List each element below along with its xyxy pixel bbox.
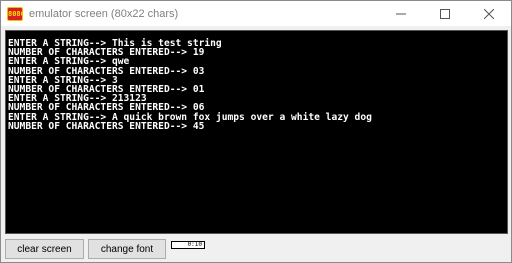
cursor-status: 0:10 xyxy=(171,241,205,249)
minimize-icon xyxy=(396,13,406,14)
close-button[interactable] xyxy=(467,1,511,26)
clear-screen-button[interactable]: clear screen xyxy=(5,239,84,259)
window-controls xyxy=(379,1,511,26)
minimize-button[interactable] xyxy=(379,1,423,26)
window-title: emulator screen (80x22 chars) xyxy=(29,7,179,20)
close-icon xyxy=(484,8,494,19)
change-font-button[interactable]: change font xyxy=(88,239,166,259)
bottom-toolbar: clear screen change font 0:10 xyxy=(1,237,511,262)
maximize-icon xyxy=(440,8,450,19)
maximize-button[interactable] xyxy=(423,1,467,26)
emulator-screen[interactable]: ENTER A STRING--> This is test string NU… xyxy=(5,30,508,234)
screen-line: NUMBER OF CHARACTERS ENTERED--> 45 xyxy=(8,120,205,132)
emu8086-icon: 8086 xyxy=(7,6,23,21)
emulator-window: 8086 emulator screen (80x22 chars) ENTER… xyxy=(0,0,512,263)
title-bar[interactable]: 8086 emulator screen (80x22 chars) xyxy=(1,1,511,26)
